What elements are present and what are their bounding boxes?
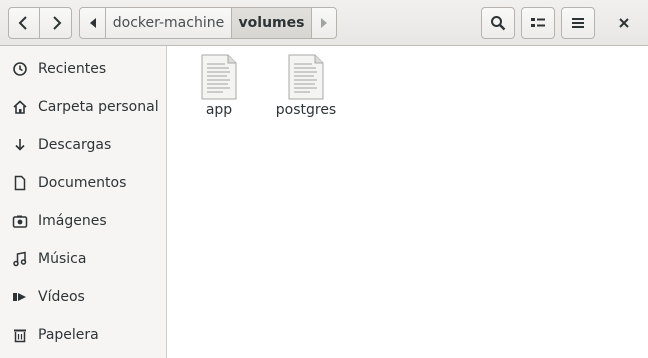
forward-button[interactable]	[39, 7, 72, 39]
close-icon	[619, 18, 629, 28]
chevron-left-icon	[18, 16, 27, 30]
sidebar-item-label: Imágenes	[38, 213, 107, 229]
sidebar: Recientes Carpeta personal Descargas Doc…	[0, 46, 167, 358]
file-name: postgres	[275, 102, 337, 118]
sidebar-item-documentos[interactable]: Documentos	[0, 164, 166, 202]
list-view-icon	[531, 18, 545, 27]
sidebar-item-label: Carpeta personal	[38, 99, 159, 115]
breadcrumb-scroll-left-button[interactable]	[79, 7, 106, 39]
breadcrumb-scroll-right-button[interactable]	[311, 7, 337, 39]
download-icon	[15, 139, 25, 151]
sidebar-item-descargas[interactable]: Descargas	[0, 126, 166, 164]
sidebar-item-label: Documentos	[38, 175, 127, 191]
menu-button[interactable]	[561, 7, 595, 39]
file-item-postgres[interactable]: postgres	[266, 46, 346, 118]
sidebar-item-label: Vídeos	[38, 289, 85, 305]
triangle-left-icon	[89, 18, 96, 28]
breadcrumb-item-volumes[interactable]: volumes	[231, 7, 312, 39]
text-file-icon	[288, 54, 324, 100]
sidebar-item-videos[interactable]: Vídeos	[0, 278, 166, 316]
sidebar-item-papelera[interactable]: Papelera	[0, 316, 166, 354]
trash-icon	[14, 329, 26, 343]
sidebar-item-label: Recientes	[38, 61, 107, 77]
document-icon	[14, 175, 26, 191]
breadcrumb-item-docker-machine[interactable]: docker-machine	[105, 7, 232, 39]
sidebar-item-musica[interactable]: Música	[0, 240, 166, 278]
text-file-icon	[201, 54, 237, 100]
back-button[interactable]	[8, 7, 40, 39]
video-icon	[13, 293, 26, 301]
file-item-app[interactable]: app	[179, 46, 259, 118]
file-view: app postgres	[168, 46, 648, 358]
sidebar-item-recientes[interactable]: Recientes	[0, 50, 166, 88]
triangle-right-icon	[321, 18, 327, 28]
clock-icon	[13, 62, 27, 76]
search-button[interactable]	[481, 7, 515, 39]
home-icon	[13, 100, 27, 114]
header-bar: docker-machine volumes	[0, 0, 648, 46]
chevron-right-icon	[52, 16, 61, 30]
file-name: app	[205, 102, 233, 118]
sidebar-item-label: Papelera	[38, 327, 99, 343]
camera-icon	[12, 215, 28, 228]
search-icon	[491, 16, 506, 31]
hamburger-menu-icon	[572, 18, 584, 28]
sidebar-item-label: Descargas	[38, 137, 112, 153]
close-window-button[interactable]	[608, 7, 640, 39]
music-icon	[13, 251, 27, 267]
sidebar-item-label: Música	[38, 251, 87, 267]
sidebar-item-imagenes[interactable]: Imágenes	[0, 202, 166, 240]
sidebar-item-carpeta-personal[interactable]: Carpeta personal	[0, 88, 166, 126]
view-toggle-button[interactable]	[521, 7, 555, 39]
